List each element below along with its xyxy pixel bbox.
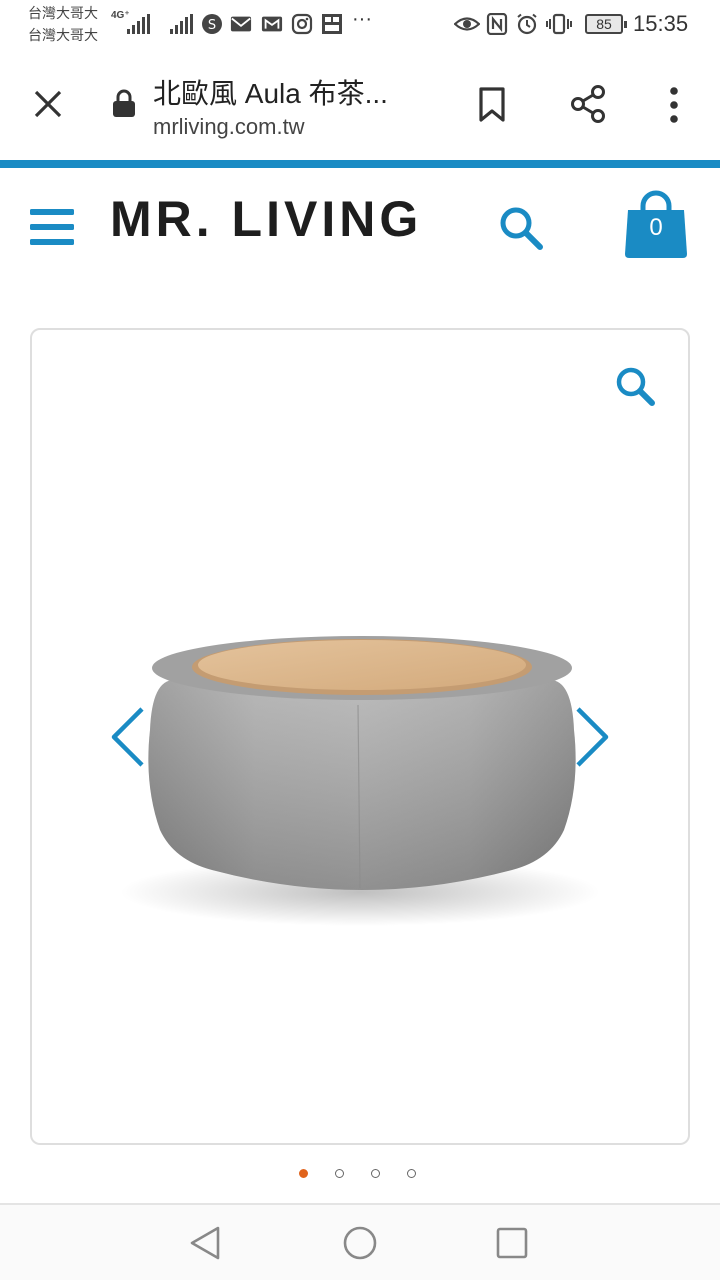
pagination-dot-4[interactable] <box>407 1169 416 1178</box>
page-title[interactable]: 北歐風 Aula 布茶... <box>153 72 388 112</box>
site-header: MR. LIVING 0 <box>0 168 720 278</box>
home-icon[interactable] <box>340 1223 380 1263</box>
app-notification-icon: S <box>202 14 222 34</box>
search-icon[interactable] <box>498 205 544 251</box>
battery-level: 85 <box>596 16 612 32</box>
signal-strength-icon <box>127 14 150 34</box>
url-domain[interactable]: mrliving.com.tw <box>153 114 305 140</box>
product-image-gallery[interactable] <box>30 328 690 1145</box>
nfc-icon <box>486 13 508 35</box>
mail-icon <box>230 16 252 32</box>
browser-toolbar: 北歐風 Aula 布茶... mrliving.com.tw <box>0 50 720 160</box>
share-icon[interactable] <box>569 84 607 124</box>
pagination-dot-2[interactable] <box>335 1169 344 1178</box>
recents-icon[interactable] <box>492 1223 532 1263</box>
site-logo[interactable]: MR. LIVING <box>110 190 422 248</box>
alarm-icon <box>517 13 537 35</box>
cart-item-count: 0 <box>649 214 663 241</box>
android-navigation-bar <box>0 1205 720 1280</box>
bookmark-icon[interactable] <box>478 87 506 123</box>
back-icon[interactable] <box>186 1223 226 1263</box>
previous-image-arrow-icon[interactable] <box>108 705 148 769</box>
instagram-icon <box>291 13 313 35</box>
status-bar: 台灣大哥大 台灣大哥大 4G⁺ S ··· 85 15:35 <box>0 0 720 50</box>
pagination-dot-1[interactable] <box>299 1169 308 1178</box>
pagination-dot-3[interactable] <box>371 1169 380 1178</box>
product-image-coffee-table <box>120 636 600 926</box>
next-image-arrow-icon[interactable] <box>572 705 612 769</box>
gallery-pagination-dots <box>0 1166 720 1182</box>
hamburger-menu-icon[interactable] <box>30 208 74 246</box>
more-notifications-icon: ··· <box>352 8 372 30</box>
eye-comfort-icon <box>454 17 480 31</box>
vibrate-icon <box>546 13 572 35</box>
carrier-name-sim2: 台灣大哥大 <box>28 27 98 43</box>
battery-icon: 85 <box>585 14 627 34</box>
zoom-icon[interactable] <box>614 365 658 409</box>
carrier-name-sim1: 台灣大哥大 <box>28 5 98 21</box>
close-tab-icon[interactable] <box>33 89 63 119</box>
signal-strength-icon-sim2 <box>170 14 193 34</box>
gmail-icon <box>261 16 283 32</box>
clock-time: 15:35 <box>633 11 689 36</box>
shopping-cart-button[interactable]: 0 <box>623 190 689 258</box>
more-options-icon[interactable] <box>668 86 680 124</box>
header-accent-line <box>0 160 720 168</box>
secure-lock-icon[interactable] <box>112 88 136 118</box>
news-app-icon <box>322 14 342 34</box>
svg-text:S: S <box>208 18 216 33</box>
